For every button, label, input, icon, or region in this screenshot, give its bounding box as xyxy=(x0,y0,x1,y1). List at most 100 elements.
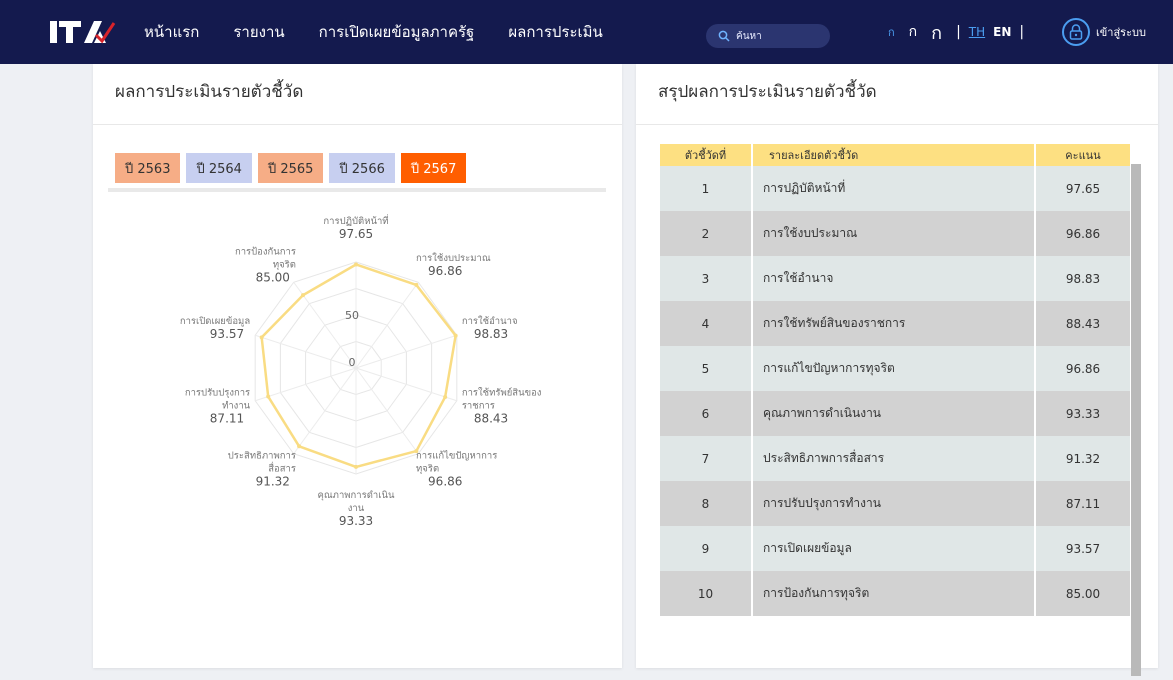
table-row: 6 คุณภาพการดำเนินงาน 93.33 xyxy=(660,391,1130,436)
table-scrollbar[interactable] xyxy=(1131,164,1141,676)
radar-value-label: 87.11 xyxy=(210,411,244,425)
lang-th[interactable]: TH xyxy=(969,25,985,39)
radar-spoke xyxy=(355,281,419,369)
indicator-results-card: ผลการประเมินรายตัวชี้วัด ปี 2563 ปี 2564… xyxy=(93,64,622,668)
radar-value-label: 88.43 xyxy=(474,411,508,425)
cell-detail: การใช้งบประมาณ xyxy=(751,211,1036,256)
cell-index: 10 xyxy=(660,571,752,616)
radar-point xyxy=(297,444,302,449)
table-row: 9 การเปิดเผยข้อมูล 93.57 xyxy=(660,526,1130,571)
cell-detail: การปรับปรุงการทำงาน xyxy=(751,481,1036,526)
radar-value-label: 97.65 xyxy=(339,227,373,241)
top-navbar: หน้าแรก รายงาน การเปิดเผยข้อมูลภาครัฐ ผล… xyxy=(0,0,1173,64)
radar-value-label: 93.33 xyxy=(339,514,373,528)
search-input[interactable] xyxy=(736,30,826,42)
cell-score: 93.57 xyxy=(1035,526,1130,571)
radar-category-label: ทำงาน xyxy=(222,400,251,411)
radar-point xyxy=(354,464,358,469)
radar-series-line xyxy=(260,263,457,469)
separator: | xyxy=(1019,24,1025,40)
table-header-row: ตัวชี้วัดที่ รายละเอียดตัวชี้วัด คะแนน xyxy=(660,144,1130,166)
radar-category-label: ราชการ xyxy=(462,400,495,411)
radar-category-label: การป้องกันการ xyxy=(235,247,296,258)
radar-category-label: สื่อสาร xyxy=(268,461,296,474)
lock-icon xyxy=(1062,18,1090,46)
search-box[interactable] xyxy=(706,24,830,48)
font-size-medium[interactable]: ก xyxy=(909,21,917,43)
table-row: 2 การใช้งบประมาณ 96.86 xyxy=(660,211,1130,256)
cell-score: 85.00 xyxy=(1035,571,1130,616)
radar-point xyxy=(259,335,264,340)
cell-index: 6 xyxy=(660,391,752,436)
cell-detail: การป้องกันการทุจริต xyxy=(751,571,1036,616)
cell-score: 87.11 xyxy=(1035,481,1130,526)
cell-index: 3 xyxy=(660,256,752,301)
separator: | xyxy=(956,24,961,40)
radar-value-label: 85.00 xyxy=(256,271,290,285)
radar-point xyxy=(266,394,271,399)
cell-score: 96.86 xyxy=(1035,346,1130,391)
radar-chart: 050การปฏิบัติหน้าที่97.65การใช้งบประมาณ9… xyxy=(180,214,542,528)
lang-en[interactable]: EN xyxy=(993,25,1011,39)
table-row: 4 การใช้ทรัพย์สินของราชการ 88.43 xyxy=(660,301,1130,346)
table-row: 7 ประสิทธิภาพการสื่อสาร 91.32 xyxy=(660,436,1130,481)
nav-assessment[interactable]: ผลการประเมิน xyxy=(508,20,602,44)
radar-category-label: คุณภาพการดำเนิน xyxy=(318,490,395,501)
table-row: 5 การแก้ไขปัญหาการทุจริต 96.86 xyxy=(660,346,1130,391)
radar-category-label: การใช้งบประมาณ xyxy=(416,252,491,264)
cell-index: 4 xyxy=(660,301,752,346)
divider xyxy=(636,124,1158,125)
nav-home[interactable]: หน้าแรก xyxy=(144,20,199,44)
cell-index: 7 xyxy=(660,436,752,481)
font-size-small[interactable]: ก xyxy=(888,23,895,41)
radar-tick-label: 0 xyxy=(349,356,356,369)
cell-score: 97.65 xyxy=(1035,166,1130,211)
col-header-index: ตัวชี้วัดที่ xyxy=(660,144,752,166)
col-header-detail: รายละเอียดตัวชี้วัด xyxy=(751,144,1036,166)
radar-category-label: งาน xyxy=(348,503,365,514)
cell-index: 8 xyxy=(660,481,752,526)
cell-index: 5 xyxy=(660,346,752,391)
nav-gov-disclosure[interactable]: การเปิดเผยข้อมูลภาครัฐ xyxy=(319,20,475,44)
font-size-controls: ก ก ก | TH EN | xyxy=(888,0,1032,64)
radar-value-label: 93.57 xyxy=(210,327,244,341)
radar-category-label: ทุจริต xyxy=(416,463,439,474)
radar-category-label: การแก้ไขปัญหาการ xyxy=(416,449,497,461)
cell-detail: การเปิดเผยข้อมูล xyxy=(751,526,1036,571)
radar-category-label: การเปิดเผยข้อมูล xyxy=(180,316,250,327)
ita-logo[interactable] xyxy=(50,19,116,45)
radar-category-label: ทุจริต xyxy=(273,260,296,271)
cell-detail: การแก้ไขปัญหาการทุจริต xyxy=(751,346,1036,391)
radar-value-label: 91.32 xyxy=(256,474,290,488)
radar-value-label: 96.86 xyxy=(428,474,462,488)
cell-index: 1 xyxy=(660,166,752,211)
cell-score: 91.32 xyxy=(1035,436,1130,481)
cell-score: 93.33 xyxy=(1035,391,1130,436)
radar-category-label: การใช้ทรัพย์สินของ xyxy=(462,386,542,398)
radar-point xyxy=(453,333,458,338)
search-icon[interactable] xyxy=(718,30,730,42)
col-header-score: คะแนน xyxy=(1035,144,1130,166)
table-row: 10 การป้องกันการทุจริต 85.00 xyxy=(660,571,1130,616)
radar-point xyxy=(301,293,306,298)
cell-score: 98.83 xyxy=(1035,256,1130,301)
font-size-large[interactable]: ก xyxy=(931,18,942,47)
radar-point xyxy=(354,262,358,267)
cell-detail: ประสิทธิภาพการสื่อสาร xyxy=(751,436,1036,481)
summary-table: ตัวชี้วัดที่ รายละเอียดตัวชี้วัด คะแนน 1… xyxy=(660,144,1130,616)
cell-score: 96.86 xyxy=(1035,211,1130,256)
radar-category-label: การปรับปรุงการ xyxy=(185,387,250,398)
radar-point xyxy=(414,282,419,287)
main-nav: หน้าแรก รายงาน การเปิดเผยข้อมูลภาครัฐ ผล… xyxy=(144,0,637,64)
cell-score: 88.43 xyxy=(1035,301,1130,346)
indicator-summary-card: สรุปผลการประเมินรายตัวชี้วัด ตัวชี้วัดที… xyxy=(636,64,1158,676)
radar-point xyxy=(443,394,448,399)
nav-report[interactable]: รายงาน xyxy=(233,20,284,44)
cell-index: 9 xyxy=(660,526,752,571)
cell-index: 2 xyxy=(660,211,752,256)
login-label: เข้าสู่ระบบ xyxy=(1096,26,1146,39)
card-title: สรุปผลการประเมินรายตัวชี้วัด xyxy=(658,82,877,102)
radar-tick-label: 50 xyxy=(345,309,359,322)
login-button[interactable]: เข้าสู่ระบบ xyxy=(1062,18,1146,46)
radar-spoke xyxy=(293,367,357,455)
